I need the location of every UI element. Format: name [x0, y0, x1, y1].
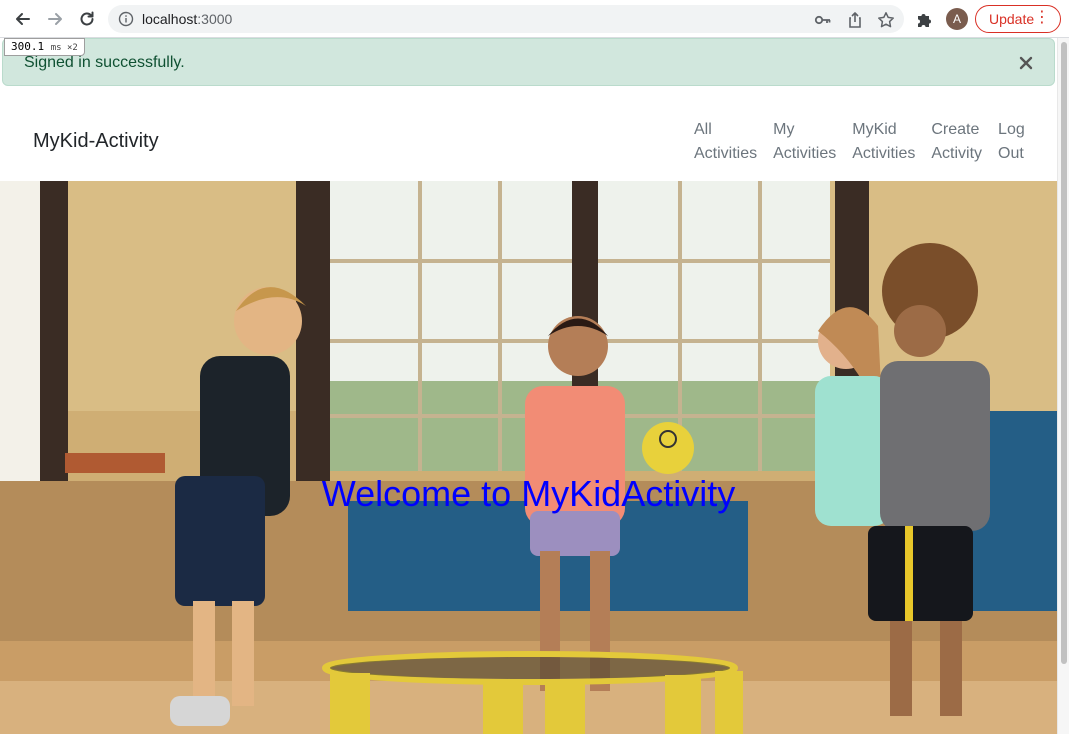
reload-icon — [80, 11, 94, 26]
reload-button[interactable] — [75, 7, 99, 31]
perf-overlay: 300.1 ms ×2 — [4, 38, 85, 56]
nav-links: All Activities My Activities MyKid Activ… — [694, 118, 1025, 166]
vertical-scrollbar[interactable] — [1057, 38, 1069, 734]
info-icon[interactable] — [118, 11, 134, 27]
key-icon[interactable] — [814, 11, 832, 29]
perf-unit: ms ×2 — [50, 43, 78, 53]
brand-link[interactable]: MyKid-Activity — [33, 130, 159, 153]
hero-title: Welcome to MyKidActivity — [321, 473, 736, 514]
nav-link-line: All — [694, 121, 712, 138]
address-bar[interactable]: localhost:3000 — [108, 5, 904, 33]
nav-link-create-activity[interactable]: Create Activity — [931, 118, 982, 166]
kebab-menu-icon[interactable]: ⋮ — [1034, 10, 1050, 26]
star-icon[interactable] — [877, 11, 895, 29]
hero-section: Welcome to MyKidActivity — [0, 181, 1057, 734]
nav-link-line: Activities — [773, 145, 837, 162]
close-icon[interactable] — [1019, 56, 1033, 70]
browser-toolbar: localhost:3000 A Update ⋮ — [0, 0, 1069, 38]
nav-link-line: Activity — [931, 145, 983, 162]
nav-link-line: Log — [998, 121, 1025, 138]
navbar: MyKid-Activity All Activities My Activit… — [0, 86, 1057, 181]
share-icon[interactable] — [846, 11, 864, 29]
nav-link-my-activities[interactable]: My Activities — [773, 118, 836, 166]
back-arrow-icon — [16, 13, 30, 25]
scroll-thumb[interactable] — [1061, 42, 1067, 664]
nav-link-line: MyKid — [852, 121, 897, 138]
success-alert: Signed in successfully. — [2, 38, 1055, 86]
nav-link-all-activities[interactable]: All Activities — [694, 118, 757, 166]
alert-message: Signed in successfully. — [24, 54, 185, 71]
forward-arrow-icon — [48, 13, 62, 25]
nav-link-line: Activities — [852, 145, 916, 162]
perf-value: 300.1 — [11, 40, 45, 53]
avatar-letter: A — [952, 12, 961, 26]
back-button[interactable] — [11, 7, 35, 31]
page-viewport: Signed in successfully. MyKid-Activity A… — [0, 38, 1057, 734]
nav-link-mykid-activities[interactable]: MyKid Activities — [852, 118, 915, 166]
extensions-icon[interactable] — [915, 9, 935, 29]
nav-link-line: Activities — [694, 145, 758, 162]
profile-avatar[interactable]: A — [946, 8, 968, 30]
hero-image — [0, 181, 1057, 734]
nav-link-line: Create — [931, 121, 980, 138]
update-button[interactable]: Update ⋮ — [975, 5, 1061, 33]
url-text: localhost:3000 — [142, 11, 233, 27]
nav-link-log-out[interactable]: Log Out — [998, 118, 1025, 166]
forward-button[interactable] — [43, 7, 67, 31]
nav-link-line: My — [773, 121, 795, 138]
nav-link-line: Out — [998, 145, 1024, 162]
update-label: Update — [989, 11, 1035, 27]
